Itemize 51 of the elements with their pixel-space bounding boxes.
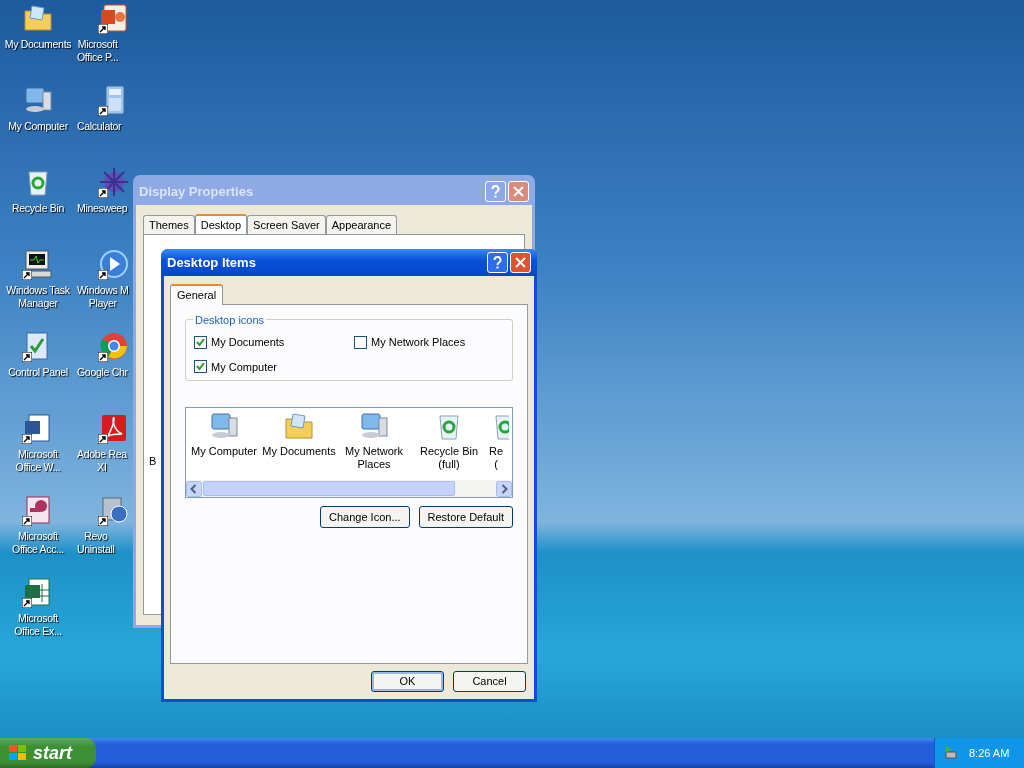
checkbox[interactable]: [354, 335, 367, 349]
scroll-thumb[interactable]: [203, 481, 455, 496]
checkbox-label[interactable]: My Computer: [211, 358, 278, 375]
check-mark-icon: [196, 337, 205, 347]
dialog-button[interactable]: Restore Default: [418, 506, 513, 528]
dialog-title: Desktop Items: [167, 253, 256, 272]
tab[interactable]: Themes: [143, 215, 195, 234]
browser-icon[interactable]: [98, 330, 130, 362]
folder-icon: [283, 410, 315, 442]
start-button[interactable]: start: [0, 738, 96, 768]
checkbox[interactable]: [194, 335, 207, 349]
horizontal-scrollbar[interactable]: [186, 480, 512, 497]
close-icon: [515, 257, 526, 268]
window-title: Display Properties: [139, 182, 254, 201]
icon-list-item[interactable]: My Computer: [189, 410, 259, 480]
folder-icon[interactable]: [22, 2, 54, 34]
tab[interactable]: General: [170, 284, 224, 305]
desktop-icon-label[interactable]: Windows Task Manager: [6, 284, 70, 310]
question-mark-icon: [491, 185, 500, 198]
partial-label: B: [149, 454, 157, 469]
check-mark-icon: [196, 362, 205, 372]
desktop-icon-label[interactable]: Microsoft Office P...: [76, 38, 119, 64]
desktop-icon-label[interactable]: Windows M Player: [76, 284, 129, 310]
desktop-icon-label[interactable]: My Documents: [4, 38, 72, 51]
question-mark-icon: [493, 256, 502, 269]
checkbox-label[interactable]: My Documents: [211, 334, 285, 351]
monitor-icon[interactable]: [22, 248, 54, 280]
close-button[interactable]: [508, 181, 529, 202]
dialog-button[interactable]: Change Icon...: [320, 506, 410, 528]
checkbox-label[interactable]: My Network Places: [371, 334, 466, 351]
icon-list-item[interactable]: My Documents: [264, 410, 334, 480]
tab[interactable]: Appearance: [325, 215, 398, 234]
windows-logo-icon: [8, 744, 28, 762]
desktop-icon-label[interactable]: Minesweep: [76, 202, 128, 215]
close-button[interactable]: [510, 252, 531, 273]
desktop-icon-label[interactable]: My Computer: [8, 120, 68, 133]
close-icon: [513, 186, 524, 197]
presentation-icon[interactable]: [98, 2, 130, 34]
scroll-right-icon[interactable]: [496, 480, 512, 497]
network-icon[interactable]: [943, 745, 959, 761]
desktop-icon-label[interactable]: Calculator: [76, 120, 122, 133]
icon-list-item[interactable]: Re (: [489, 410, 509, 480]
dialog-button[interactable]: OK: [371, 671, 444, 692]
checkbox[interactable]: [194, 360, 207, 374]
dialog-button[interactable]: Cancel: [453, 671, 526, 692]
help-button[interactable]: [487, 252, 508, 273]
icon-list-item[interactable]: Recycle Bin (full): [414, 410, 484, 480]
tab[interactable]: Screen Saver: [247, 215, 326, 234]
icon-list-item[interactable]: My Network Places: [339, 410, 409, 480]
desktop-icon-label[interactable]: Recycle Bin: [11, 202, 65, 215]
scroll-left-icon[interactable]: [186, 480, 202, 497]
